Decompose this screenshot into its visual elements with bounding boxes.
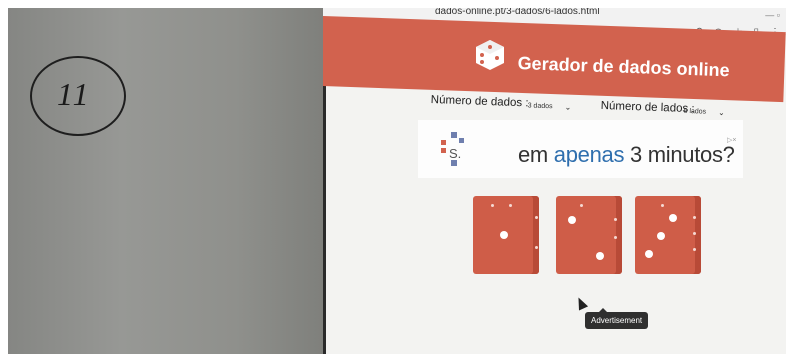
die-pip xyxy=(500,231,508,239)
chevron-down-icon: ⌄ xyxy=(717,107,725,117)
die-pip xyxy=(657,232,665,240)
photo-frame: 11 dados-online.pt/3-dados/6-lados.html … xyxy=(0,0,786,354)
die-edge-pip xyxy=(693,216,696,219)
num-sides-label: Número de lados : xyxy=(600,99,695,116)
num-sides-value: 6 lados xyxy=(683,107,707,116)
die-edge-pip xyxy=(693,232,696,235)
chevron-down-icon: ⌄ xyxy=(564,102,572,112)
ad-text-pre: em xyxy=(518,142,554,167)
ad-headline[interactable]: em apenas 3 minutos? xyxy=(518,142,735,168)
die-edge-pip xyxy=(535,246,538,249)
num-sides-select[interactable]: 6 lados ⌄ xyxy=(683,102,725,121)
die-edge-pip xyxy=(661,204,664,207)
ad-brand-logo[interactable]: S. xyxy=(441,132,465,168)
die-pip xyxy=(596,252,604,260)
die-edge-pip xyxy=(614,218,617,221)
dice-logo-icon xyxy=(476,40,504,70)
die-edge-pip xyxy=(580,204,583,207)
num-dice-label: Número de dados : xyxy=(430,94,529,110)
ad-text-post: 3 minutos? xyxy=(624,142,735,167)
advertisement-tooltip: Advertisement xyxy=(585,308,649,329)
window-controls[interactable]: — ▫ xyxy=(765,10,780,20)
address-url[interactable]: dados-online.pt/3-dados/6-lados.html xyxy=(435,8,600,17)
num-dice-select[interactable]: 3 dados ⌄ xyxy=(527,96,572,116)
die-edge-pip xyxy=(693,248,696,251)
num-dice-value: 3 dados xyxy=(527,101,553,110)
die-edge-pip xyxy=(509,204,512,207)
die-edge-pip xyxy=(614,236,617,239)
die-pip xyxy=(669,214,677,222)
die-edge-pip xyxy=(491,204,494,207)
monitor-screen: dados-online.pt/3-dados/6-lados.html — ▫… xyxy=(323,8,786,354)
handwritten-number: 11 xyxy=(57,76,91,112)
die-1 xyxy=(473,196,539,274)
wall-surface: 11 xyxy=(8,8,333,354)
ad-close-icon[interactable]: ▷× xyxy=(727,136,736,144)
die-3 xyxy=(635,196,701,274)
die-edge-pip xyxy=(535,216,538,219)
ad-text-highlight: apenas xyxy=(553,142,625,167)
die-pip xyxy=(645,250,653,258)
die-pip xyxy=(568,216,576,224)
ad-brand-letter: S. xyxy=(449,146,461,161)
die-2 xyxy=(556,196,622,274)
mouse-cursor-icon xyxy=(573,295,589,311)
